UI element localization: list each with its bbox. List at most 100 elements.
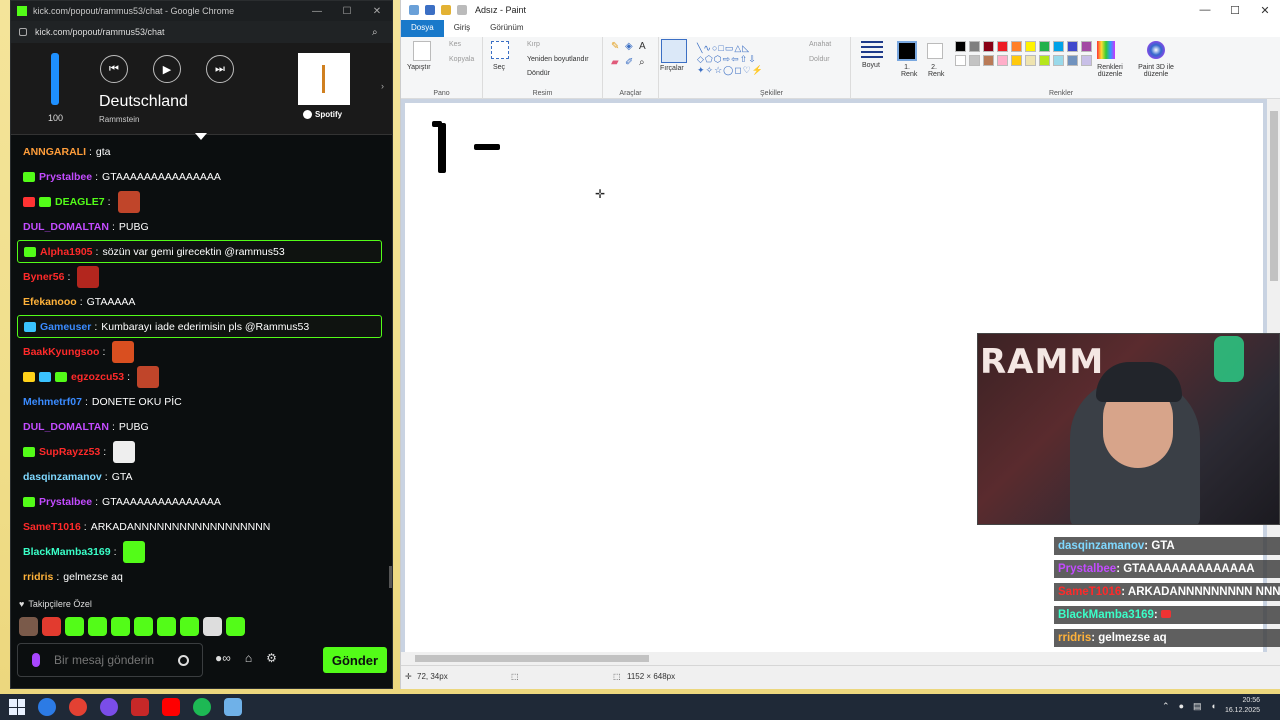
maximize-icon[interactable]: ☐ xyxy=(332,6,362,17)
emote-3[interactable] xyxy=(88,617,107,636)
avatar[interactable] xyxy=(19,617,38,636)
palette-swatch[interactable] xyxy=(1025,55,1036,66)
settings-icon[interactable]: ⚙ xyxy=(266,651,277,665)
site-info-icon[interactable] xyxy=(19,28,27,36)
chat-username[interactable]: Mehmetrf07 xyxy=(23,396,82,408)
chat-username[interactable]: DUL_DOMALTAN xyxy=(23,221,109,233)
color1-button[interactable]: 1. Renk xyxy=(901,64,917,78)
mic-tray-icon[interactable]: ● xyxy=(1179,701,1184,711)
send-button[interactable]: Gönder xyxy=(323,647,387,673)
paint-taskbar-icon[interactable] xyxy=(224,698,242,716)
save-icon[interactable] xyxy=(425,5,435,15)
brushes-icon[interactable] xyxy=(661,39,687,63)
emoji-icon[interactable] xyxy=(178,654,189,666)
palette-swatch[interactable] xyxy=(969,41,980,52)
voicemeeter-icon[interactable] xyxy=(131,698,149,716)
palette-swatch[interactable] xyxy=(955,41,966,52)
brushes-button[interactable]: Fırçalar xyxy=(660,65,684,72)
chat-username[interactable]: ANNGARALI xyxy=(23,146,86,158)
fill-button[interactable]: Doldur xyxy=(809,56,830,63)
chrome-icon[interactable] xyxy=(69,698,87,716)
store-icon[interactable]: ⌂ xyxy=(245,651,252,665)
tray-chevron-icon[interactable]: ⌃ xyxy=(1162,701,1170,712)
palette-swatch[interactable] xyxy=(969,55,980,66)
fill-icon[interactable]: ◈ xyxy=(625,41,633,52)
crop-button[interactable]: Kırp xyxy=(527,41,540,48)
paste-button[interactable]: Yapıştır xyxy=(407,64,431,71)
paint-titlebar[interactable]: Adsız - Paint — ☐ ✕ xyxy=(401,0,1280,20)
tab-gorunum[interactable]: Görünüm xyxy=(480,20,533,37)
color-picker-icon[interactable]: ✐ xyxy=(625,57,633,68)
kick-points-icon[interactable]: ●∞ xyxy=(215,651,231,665)
next-track-button[interactable]: ⏭ xyxy=(206,55,234,83)
palette-swatch[interactable] xyxy=(1067,55,1078,66)
app-icon-1[interactable] xyxy=(38,698,56,716)
emote-9[interactable] xyxy=(226,617,245,636)
volume-slider[interactable] xyxy=(51,53,59,105)
emote-2[interactable] xyxy=(65,617,84,636)
palette-swatch[interactable] xyxy=(1011,55,1022,66)
zoom-icon[interactable]: ⌕ xyxy=(372,27,392,38)
paint-maximize-icon[interactable]: ☐ xyxy=(1220,4,1250,17)
chat-username[interactable]: Alpha1905 xyxy=(40,246,93,258)
chrome-profile-icon[interactable] xyxy=(100,698,118,716)
chat-username[interactable]: Efekanooo xyxy=(23,296,77,308)
chat-username[interactable]: SupRayzz53 xyxy=(39,446,100,458)
palette-swatch[interactable] xyxy=(1025,41,1036,52)
palette-swatch[interactable] xyxy=(997,41,1008,52)
palette-swatch[interactable] xyxy=(1039,41,1050,52)
mic-icon[interactable] xyxy=(32,653,40,667)
palette-swatch[interactable] xyxy=(1053,41,1064,52)
emote-4[interactable] xyxy=(111,617,130,636)
speaker-icon[interactable]: ◖ xyxy=(1211,701,1216,711)
chevron-right-icon[interactable]: › xyxy=(381,81,384,91)
chat-username[interactable]: DUL_DOMALTAN xyxy=(23,421,109,433)
text-icon[interactable]: A xyxy=(639,41,646,52)
paint-close-icon[interactable]: ✕ xyxy=(1250,4,1280,17)
chat-input-box[interactable] xyxy=(17,643,203,677)
outline-button[interactable]: Anahat xyxy=(809,41,831,48)
horizontal-scrollbar[interactable] xyxy=(401,652,1267,665)
size-button[interactable]: Boyut xyxy=(862,62,880,69)
resize-button[interactable]: Yeniden boyutlandır xyxy=(527,56,589,63)
palette-swatch[interactable] xyxy=(997,55,1008,66)
pencil-icon[interactable]: ✎ xyxy=(611,41,619,52)
paint-minimize-icon[interactable]: — xyxy=(1190,4,1220,16)
redo-icon[interactable] xyxy=(457,5,467,15)
chat-username[interactable]: Prystalbee xyxy=(39,171,92,183)
paint3d-button[interactable]: Paint 3D ile düzenle xyxy=(1135,64,1177,78)
paint3d-icon[interactable] xyxy=(1147,41,1165,59)
chat-username[interactable]: dasqinzamanov xyxy=(23,471,102,483)
palette-swatch[interactable] xyxy=(1039,55,1050,66)
color2-button[interactable]: 2. Renk xyxy=(928,64,944,78)
color2-swatch[interactable] xyxy=(927,43,943,59)
chat-username[interactable]: Byner56 xyxy=(23,271,64,283)
color1-swatch[interactable] xyxy=(897,41,917,61)
tab-dosya[interactable]: Dosya xyxy=(401,20,444,37)
palette-swatch[interactable] xyxy=(1053,55,1064,66)
emote-7[interactable] xyxy=(180,617,199,636)
emote-5[interactable] xyxy=(134,617,153,636)
spotify-taskbar-icon[interactable] xyxy=(193,698,211,716)
chat-username[interactable]: Prystalbee xyxy=(39,496,92,508)
play-button[interactable]: ▶ xyxy=(153,55,181,83)
vertical-scroll-thumb[interactable] xyxy=(1270,111,1278,281)
palette-swatch[interactable] xyxy=(1011,41,1022,52)
address-bar[interactable]: kick.com/popout/rammus53/chat ⌕ xyxy=(11,21,392,43)
copy-button[interactable]: Kopyala xyxy=(449,56,474,63)
eraser-icon[interactable]: ▰ xyxy=(611,57,619,68)
palette-swatch[interactable] xyxy=(1081,55,1092,66)
chat-username[interactable]: rridris xyxy=(23,571,53,583)
minimize-icon[interactable]: — xyxy=(302,6,332,17)
chrome-titlebar[interactable]: kick.com/popout/rammus53/chat - Google C… xyxy=(11,1,392,21)
previous-track-button[interactable]: ⏮ xyxy=(100,55,128,83)
chat-username[interactable]: egzozcu53 xyxy=(71,371,124,383)
youtube-icon[interactable] xyxy=(162,698,180,716)
chat-scrollbar[interactable] xyxy=(389,566,392,588)
palette-swatch[interactable] xyxy=(955,55,966,66)
palette-swatch[interactable] xyxy=(983,41,994,52)
palette-swatch[interactable] xyxy=(983,55,994,66)
edit-colors-icon[interactable] xyxy=(1097,41,1115,59)
start-button[interactable] xyxy=(9,699,25,715)
select-button[interactable]: Seç xyxy=(493,64,505,71)
